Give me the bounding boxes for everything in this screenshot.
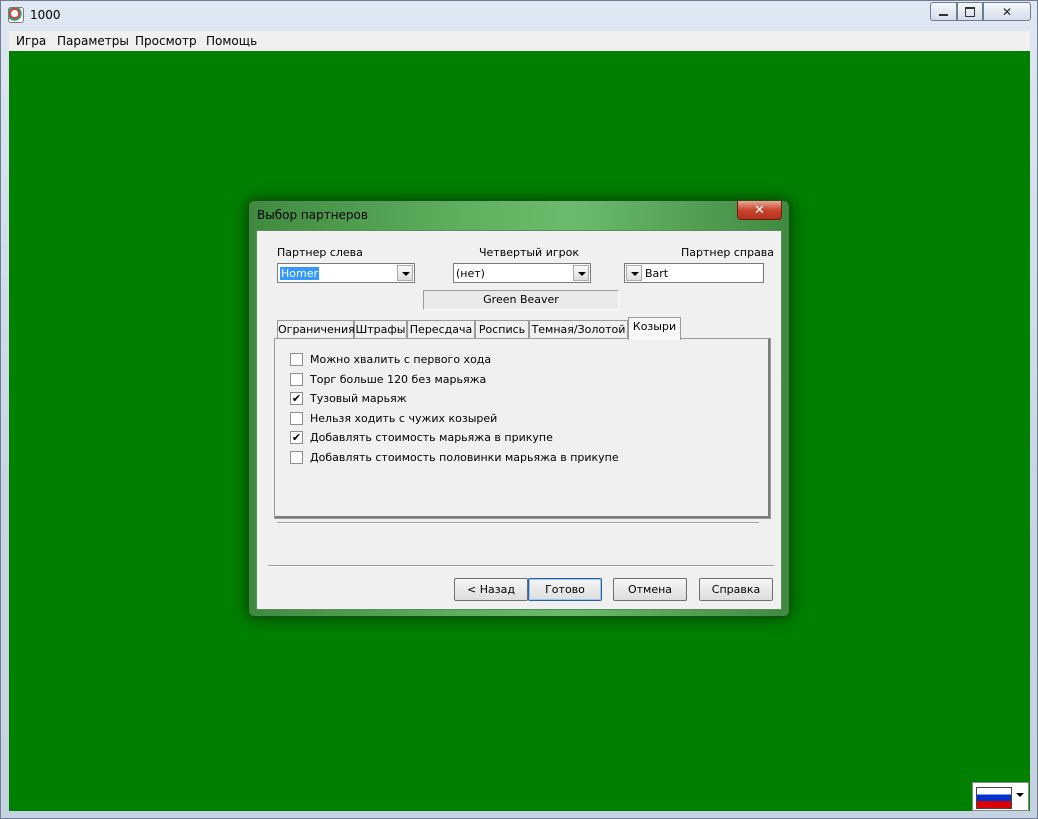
close-icon: ✕ bbox=[1001, 4, 1013, 19]
chevron-down-icon[interactable] bbox=[626, 265, 642, 281]
fourth-player-status: Green Beaver bbox=[423, 290, 619, 310]
partner-right-value: Bart bbox=[645, 267, 669, 280]
separator bbox=[268, 565, 774, 567]
trumps-tab-panel: Можно хвалить с первого хода Торг больше… bbox=[274, 338, 771, 519]
option-label: Тузовый марьяж bbox=[310, 392, 407, 405]
option-label: Можно хвалить с первого хода bbox=[310, 353, 492, 366]
partner-left-select[interactable]: Homer bbox=[277, 263, 415, 283]
partner-left-value: Homer bbox=[280, 267, 320, 280]
checkbox[interactable] bbox=[290, 353, 303, 366]
window-title: 1000 bbox=[30, 8, 61, 22]
fourth-player-label: Четвертый игрок bbox=[479, 246, 579, 259]
back-button[interactable]: < Назад bbox=[454, 578, 528, 601]
checkbox[interactable] bbox=[290, 373, 303, 386]
option-label: Нельзя ходить с чужих козырей bbox=[310, 412, 498, 425]
partner-left-label: Партнер слева bbox=[277, 246, 363, 259]
checkbox[interactable]: ✔ bbox=[290, 392, 303, 405]
menu-game[interactable]: Игра bbox=[16, 34, 46, 48]
close-button[interactable]: ✕ bbox=[983, 2, 1031, 21]
cancel-button[interactable]: Отмена bbox=[613, 578, 687, 601]
menu-view[interactable]: Просмотр bbox=[135, 34, 197, 48]
menu-parameters[interactable]: Параметры bbox=[57, 34, 129, 48]
help-button[interactable]: Справка bbox=[699, 578, 773, 601]
partner-selection-dialog: Выбор партнеров ✕ Партнер слева Homer Че… bbox=[248, 200, 790, 617]
checkbox[interactable] bbox=[290, 412, 303, 425]
tab-restrictions[interactable]: Ограничения bbox=[277, 320, 355, 339]
separator bbox=[277, 522, 759, 524]
option-label: Торг больше 120 без марьяжа bbox=[310, 373, 487, 386]
tab-penalties[interactable]: Штрафы bbox=[354, 320, 407, 339]
checkbox[interactable]: ✔ bbox=[290, 431, 303, 444]
restore-icon bbox=[965, 6, 975, 17]
checkbox[interactable] bbox=[290, 451, 303, 464]
dialog-close-button[interactable]: ✕ bbox=[737, 201, 782, 220]
tab-dark-golden[interactable]: Темная/Золотой bbox=[529, 320, 628, 339]
chevron-down-icon[interactable] bbox=[573, 265, 589, 281]
tab-scoring[interactable]: Роспись bbox=[475, 320, 529, 339]
dialog-body: Партнер слева Homer Четвертый игрок (нет… bbox=[256, 230, 782, 610]
fourth-player-value: (нет) bbox=[456, 267, 485, 280]
partner-right-label: Партнер справа bbox=[681, 246, 775, 259]
option-label: Добавлять стоимость марьяжа в прикупе bbox=[310, 431, 553, 444]
russian-flag-icon bbox=[976, 787, 1012, 809]
language-selector[interactable] bbox=[972, 782, 1029, 811]
tab-trumps[interactable]: Козыри bbox=[628, 317, 681, 340]
done-button[interactable]: Готово bbox=[528, 578, 602, 601]
restore-button[interactable] bbox=[957, 2, 983, 21]
close-icon: ✕ bbox=[754, 202, 765, 218]
partner-right-select[interactable]: Bart bbox=[624, 263, 764, 283]
fourth-player-select[interactable]: (нет) bbox=[453, 263, 591, 283]
option-label: Добавлять стоимость половинки марьяжа в … bbox=[310, 451, 619, 464]
minimize-icon bbox=[939, 13, 948, 16]
title-bar[interactable]: 1000 ✕ bbox=[1, 1, 1037, 29]
menu-bar: Игра Параметры Просмотр Помощь bbox=[9, 31, 1030, 52]
tab-redeal[interactable]: Пересдача bbox=[407, 320, 475, 339]
dialog-title: Выбор партнеров bbox=[257, 208, 368, 222]
menu-help[interactable]: Помощь bbox=[206, 34, 257, 48]
chevron-down-icon[interactable] bbox=[397, 265, 413, 281]
app-icon[interactable] bbox=[8, 7, 24, 23]
minimize-button[interactable] bbox=[930, 2, 957, 21]
chevron-down-icon bbox=[1016, 793, 1024, 797]
